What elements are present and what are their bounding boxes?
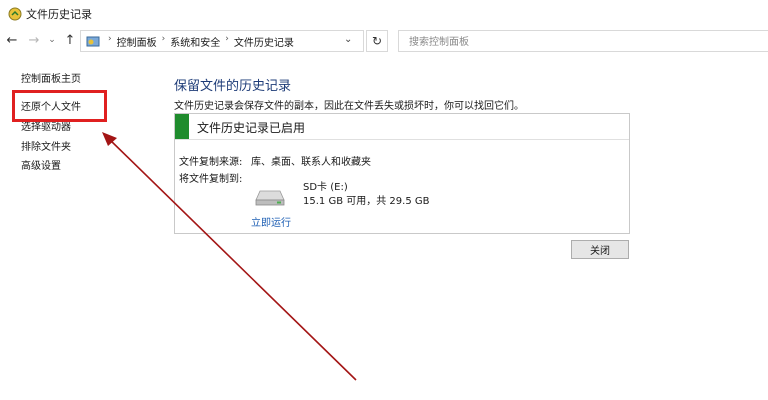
file-history-status-panel: 文件历史记录已启用 文件复制来源: 库、桌面、联系人和收藏夹 将文件复制到: S…: [174, 113, 630, 234]
drive-icon: [255, 190, 285, 206]
page-description: 文件历史记录会保存文件的副本，因此在文件丢失或损坏时，你可以找回它们。: [174, 101, 524, 112]
chevron-right-icon[interactable]: ›: [225, 34, 229, 49]
breadcrumb-file-history[interactable]: 文件历史记录: [234, 34, 294, 49]
title-bar: 文件历史记录: [0, 0, 768, 28]
run-now-link[interactable]: 立即运行: [251, 214, 291, 229]
navigation-bar: ← → ⌄ ↑ › 控制面板 › 系统和安全 › 文件历史记录 ⌄ ↻: [0, 28, 768, 54]
address-bar[interactable]: › 控制面板 › 系统和安全 › 文件历史记录 ⌄: [80, 30, 364, 52]
drive-name: SD卡 (E:): [303, 182, 348, 193]
file-history-icon: [8, 7, 22, 21]
search-input[interactable]: [407, 34, 711, 50]
breadcrumb: › 控制面板 › 系统和安全 › 文件历史记录: [103, 34, 294, 49]
page-title: 保留文件的历史记录: [174, 79, 292, 94]
address-dropdown-icon[interactable]: ⌄: [344, 34, 352, 45]
chevron-right-icon[interactable]: ›: [162, 34, 166, 49]
arrow-right-icon[interactable]: →: [26, 32, 42, 48]
status-header: 文件历史记录已启用: [175, 114, 629, 140]
copy-from-value: 库、桌面、联系人和收藏夹: [251, 157, 371, 168]
copy-from-label: 文件复制来源:: [179, 157, 243, 168]
chevron-right-icon: ›: [108, 34, 112, 44]
breadcrumb-control-panel[interactable]: 控制面板: [117, 34, 157, 49]
sidebar-item-control-panel-home[interactable]: 控制面板主页: [21, 70, 81, 85]
search-box[interactable]: [398, 30, 768, 52]
highlight-annotation-box: [12, 90, 107, 122]
chevron-down-icon[interactable]: ⌄: [44, 32, 60, 48]
control-panel-icon: [86, 36, 100, 47]
arrow-up-icon[interactable]: ↑: [62, 32, 78, 48]
status-text: 文件历史记录已启用: [197, 121, 306, 135]
window-title: 文件历史记录: [26, 8, 92, 21]
arrow-left-icon[interactable]: ←: [4, 32, 20, 48]
breadcrumb-system-security[interactable]: 系统和安全: [170, 34, 220, 49]
close-button[interactable]: 关闭: [571, 240, 629, 259]
sidebar-item-advanced-settings[interactable]: 高级设置: [21, 157, 61, 172]
refresh-icon: ↻: [371, 34, 383, 48]
drive-space: 15.1 GB 可用，共 29.5 GB: [303, 196, 430, 207]
status-indicator: [175, 114, 189, 139]
sidebar-item-exclude-folders[interactable]: 排除文件夹: [21, 138, 71, 153]
refresh-button[interactable]: ↻: [366, 30, 388, 52]
copy-to-label: 将文件复制到:: [179, 174, 243, 185]
